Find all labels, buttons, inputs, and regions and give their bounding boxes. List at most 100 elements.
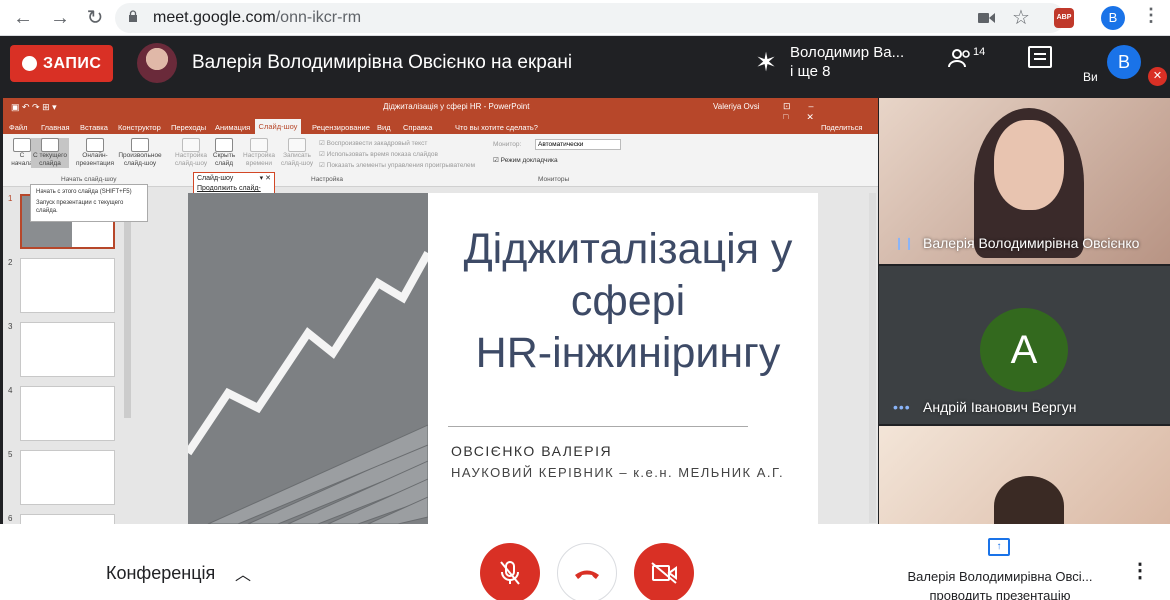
group-setup: Настройка [311,176,343,183]
slide-author: ОВСІЄНКО ВАЛЕРІЯ [451,443,613,459]
record-dot-icon [22,56,37,71]
from-current-slide-button[interactable]: С текущего слайда [31,138,69,168]
ribbon-tooltip: Начать с этого слайда (SHIFT+F5) Запуск … [30,184,148,222]
speaking-dots-icon: ••• [893,399,911,415]
profile-avatar[interactable]: B [1101,6,1125,30]
end-call-button[interactable] [557,543,617,600]
camera-toggle-button[interactable] [634,543,694,600]
hide-slide-button[interactable]: Скрыть слайд [209,138,239,168]
tab-animation[interactable]: Анимация [215,123,250,132]
ppt-window-title: Діджиталізація у сфері HR - PowerPoint [383,102,530,111]
participant-tile-presenter[interactable]: ❙❙ Валерія Володимирівна Овсієнко [879,98,1170,264]
mic-toggle-button[interactable] [480,543,540,600]
adblock-icon[interactable]: ABP [1054,8,1074,28]
forward-icon[interactable]: → [47,5,73,31]
rehearse-timings-button[interactable]: Настройка времени [241,138,277,168]
thumbnails-scrollbar[interactable] [124,198,131,418]
dropdown-title: Слайд-шоу ▾ ✕ [197,175,271,182]
star-icon[interactable]: ☆ [1012,5,1030,30]
lock-icon [128,10,138,22]
share-button[interactable]: Поделиться [821,123,862,132]
tab-insert[interactable]: Вставка [80,123,108,132]
slide-scrollbar[interactable] [869,193,876,523]
thumb-number: 3 [8,322,13,331]
tab-help[interactable]: Справка [403,123,432,132]
slide-thumbnail-6[interactable] [20,514,115,524]
reload-icon[interactable]: ↻ [82,5,108,31]
monitor-select[interactable]: Автоматически [535,139,621,150]
timings-icon [250,138,268,152]
pinned-more: і ще 8 [790,63,831,80]
conference-details-button[interactable]: Конференція [106,563,215,584]
checkbox-controls[interactable]: ☑ Показать элементы управления проигрыва… [319,160,475,171]
tab-file[interactable]: Файл [9,123,27,132]
people-icon[interactable] [948,48,972,74]
presenter-view-checkbox[interactable]: ☑ Режим докладчика [493,156,558,164]
ppt-user: Valeriya Ovsi [713,102,760,111]
tell-me-search[interactable]: Что вы хотите сделать? [455,123,538,132]
slideshow-current-icon [41,138,59,152]
slide-divider [448,426,748,427]
playback-options: ☑ Воспроизвести закадровый текст ☑ Испол… [319,138,475,171]
setup-slideshow-button[interactable]: Настройка слайд-шоу [173,138,209,168]
recording-badge[interactable]: ЗАПИС [10,45,113,82]
thumb-number: 5 [8,450,13,459]
setup-icon [182,138,200,152]
recording-label: ЗАПИС [43,55,102,72]
camera-icon[interactable] [978,11,996,30]
thumb-number: 4 [8,386,13,395]
slide-thumbnail-5[interactable] [20,450,115,505]
chat-icon[interactable] [1028,46,1052,68]
slide-thumbnail-3[interactable] [20,322,115,377]
online-present-icon [86,138,104,152]
tab-transitions[interactable]: Переходы [171,123,206,132]
tab-slideshow[interactable]: Слайд-шоу [255,119,301,134]
thumb-number: 1 [8,194,13,203]
tab-review[interactable]: Рецензирование [312,123,370,132]
thumb-number: 2 [8,258,13,267]
record-show-icon [288,138,306,152]
main-slide: Діджиталізація у сфері HR-інжинірингу ОВ… [188,193,818,524]
mic-off-icon [500,561,520,585]
present-screen-icon[interactable]: ↑ [988,538,1010,556]
tab-view[interactable]: Вид [377,123,391,132]
self-label: Ви [1083,70,1098,84]
kebab-icon[interactable]: ⋮ [1142,5,1160,26]
url-text: meet.google.com/onn-ikcr-rm [153,9,362,26]
chevron-up-icon[interactable]: ︿ [235,561,251,585]
slideshow-dropdown[interactable]: Слайд-шоу ▾ ✕ Продолжить слайд-шоу [193,172,275,202]
slide-thumbnail-4[interactable] [20,386,115,441]
back-icon[interactable]: ← [10,5,36,31]
checkbox-narration[interactable]: ☑ Воспроизвести закадровый текст [319,138,475,149]
custom-show-icon [131,138,149,152]
camera-off-icon [651,562,677,584]
pinned-name: Володимир Ва... [790,44,905,61]
stairs-graph-image [188,193,428,524]
online-presentation-button[interactable]: Онлайн-презентация [75,138,115,168]
slide-thumbnail-2[interactable] [20,258,115,313]
tab-home[interactable]: Главная [41,123,70,132]
self-avatar: B [1107,45,1141,79]
tab-design[interactable]: Конструктор [118,123,161,132]
presentation-status[interactable]: Валерія Володимирівна Овсі... проводить … [895,567,1105,600]
pinned-participants[interactable]: Володимир Ва... і ще 8 [790,43,904,81]
record-slideshow-button[interactable]: Записать слайд-шоу [279,138,315,168]
custom-slideshow-button[interactable]: Произвольное слайд-шоу [117,138,163,168]
participant-tile-video[interactable] [879,426,1170,524]
ppt-quick-access-icon[interactable]: ▣ ↶ ↷ ⊞ ▾ [11,102,57,113]
participant-avatar: A [980,308,1068,392]
participant-name: Андрій Іванович Вергун [923,399,1077,415]
mic-off-icon: ✕ [1148,67,1167,86]
slide-title: Діджиталізація у сфері HR-інжинірингу [463,225,793,377]
hide-slide-icon [215,138,233,152]
more-options-icon[interactable]: ⋮ [1130,558,1150,583]
checkbox-timings[interactable]: ☑ Использовать время показа слайдов [319,149,475,160]
presentation-title: Валерія Володимирівна Овсієнко на екрані [192,52,573,73]
presenter-avatar [137,43,177,83]
group-monitors: Мониторы [538,176,570,183]
pinned-participant-logo-icon: ✶ [755,47,777,77]
group-start-slideshow: Начать слайд-шоу [61,176,117,183]
participant-face [994,120,1064,210]
slideshow-start-icon [13,138,31,152]
slide-supervisor: НАУКОВИЙ КЕРІВНИК – к.е.н. МЕЛЬНИК А.Г. [451,465,785,480]
